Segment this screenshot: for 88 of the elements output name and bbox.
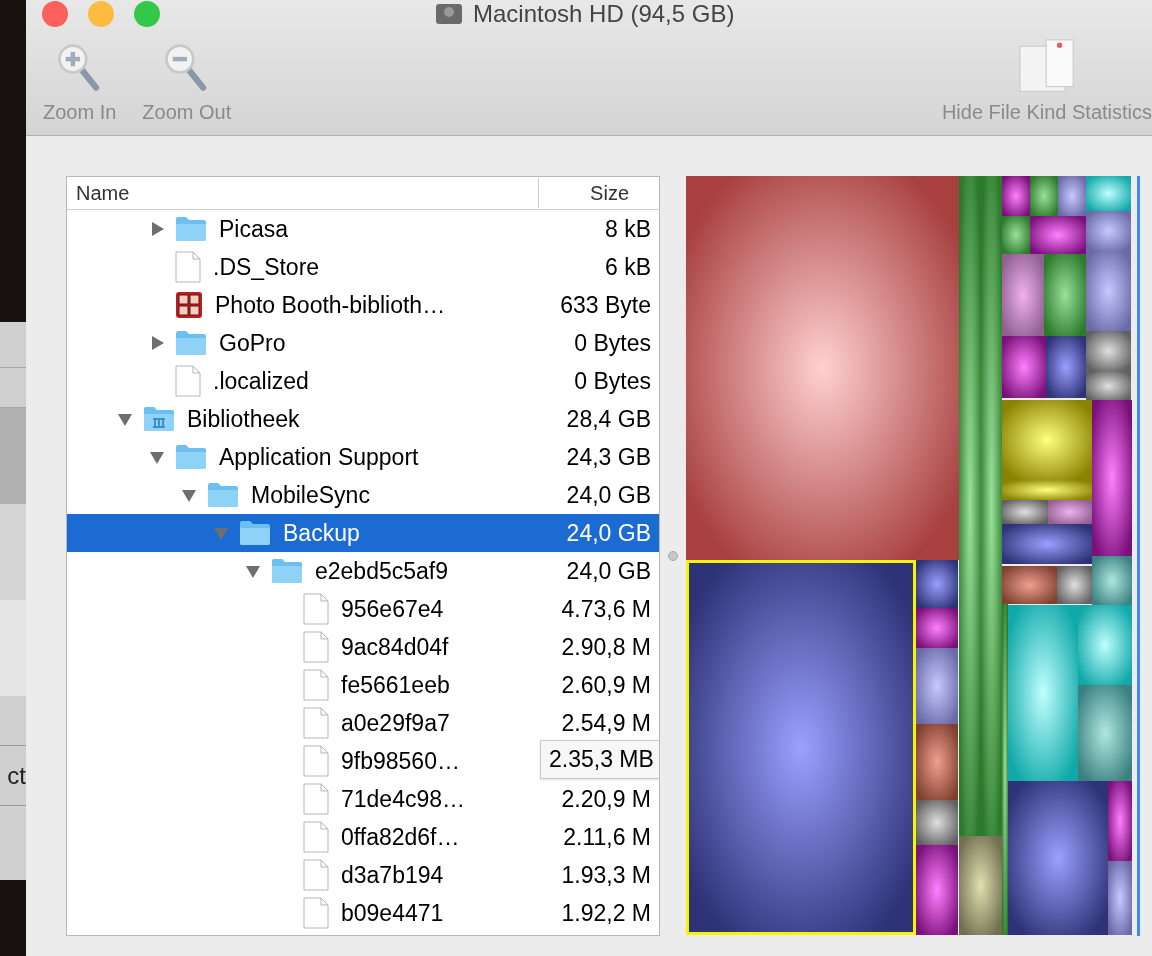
document-icon xyxy=(303,593,329,625)
file-name: Application Support xyxy=(219,442,419,472)
library-folder-icon xyxy=(143,406,175,432)
document-icon xyxy=(303,745,329,777)
document-icon xyxy=(303,897,329,929)
file-size: 28,4 GB xyxy=(566,404,652,434)
disclosure-triangle-icon[interactable] xyxy=(149,449,165,465)
file-size: 4.73,6 M xyxy=(561,594,652,624)
file-size: 8 kB xyxy=(604,214,652,244)
file-name: 0ffa82d6f… xyxy=(341,822,460,852)
document-icon xyxy=(175,365,201,397)
file-size: 2.54,9 M xyxy=(561,708,652,738)
column-header[interactable]: Name xyxy=(67,178,539,208)
tree-row[interactable]: 71de4c98… 2.20,9 M xyxy=(67,780,659,818)
file-size: 2.60,9 M xyxy=(561,670,652,700)
tree-row[interactable]: d3a7b194 1.93,3 M xyxy=(67,856,659,894)
folder-icon xyxy=(239,520,271,546)
folder-icon xyxy=(175,216,207,242)
file-size: 0 Bytes xyxy=(574,328,652,358)
file-size: 24,0 GB xyxy=(566,518,652,548)
file-name: fe5661eeb xyxy=(341,670,450,700)
tree-row[interactable]: Picasa 8 kB xyxy=(67,210,659,248)
file-name: GoPro xyxy=(219,328,286,358)
tree-row[interactable]: b09e4471 1.92,2 M xyxy=(67,894,659,932)
tree-row[interactable]: MobileSync 24,0 GB xyxy=(67,476,659,514)
file-name: .localized xyxy=(213,366,309,396)
document-icon xyxy=(303,669,329,701)
document-icon xyxy=(303,783,329,815)
tree-row[interactable]: 0ffa82d6f… 2.11,6 M xyxy=(67,818,659,856)
disclosure-triangle-icon[interactable] xyxy=(117,411,133,427)
document-icon xyxy=(303,859,329,891)
disclosure-triangle-icon[interactable] xyxy=(245,563,261,579)
file-size: 633 Byte xyxy=(560,290,652,320)
disclosure-triangle-icon[interactable] xyxy=(149,221,165,237)
document-icon xyxy=(303,631,329,663)
document-icon xyxy=(175,251,201,283)
tree-row[interactable]: Backup 24,0 GB xyxy=(67,514,659,552)
disclosure-triangle-icon[interactable] xyxy=(149,335,165,351)
file-size: 6 kB xyxy=(604,252,652,282)
tree-row[interactable]: fe5661eeb 2.60,9 M xyxy=(67,666,659,704)
tree-row[interactable]: GoPro 0 Bytes xyxy=(67,324,659,362)
file-name: 9fb98560… xyxy=(341,746,460,776)
file-name: MobileSync xyxy=(251,480,370,510)
file-size: 24,0 GB xyxy=(566,556,652,586)
file-name: .DS_Store xyxy=(213,252,320,282)
file-name: d3a7b194 xyxy=(341,860,444,890)
tree-row[interactable]: 9ac84d04f 2.90,8 M xyxy=(67,628,659,666)
file-size: 0 Bytes xyxy=(574,366,652,396)
disclosure-triangle-icon[interactable] xyxy=(181,487,197,503)
size-tooltip: 2.35,3 MB xyxy=(540,740,659,779)
file-name: e2ebd5c5af9 xyxy=(315,556,448,586)
folder-icon xyxy=(271,558,303,584)
file-name: Photo Booth-biblioth… xyxy=(215,290,446,320)
tree-row[interactable]: .DS_Store 6 kB xyxy=(67,248,659,286)
window-title: Macintosh HD (94,5 GB) xyxy=(473,0,735,29)
file-size: 1.93,3 M xyxy=(561,860,652,890)
document-icon xyxy=(303,821,329,853)
file-name: 956e67e4 xyxy=(341,594,444,624)
tree-row[interactable]: 9fb98560… 2.35,3 MB xyxy=(67,742,659,780)
file-name: 71de4c98… xyxy=(341,784,466,814)
tree-row[interactable]: Photo Booth-biblioth… 633 Byte xyxy=(67,286,659,324)
tree-row[interactable]: Application Support 24,3 GB xyxy=(67,438,659,476)
file-size: 1.92,2 M xyxy=(561,898,652,928)
document-icon xyxy=(303,707,329,739)
folder-icon xyxy=(207,482,239,508)
file-size: 2.20,9 M xyxy=(561,784,652,814)
photo-grid-icon xyxy=(175,291,203,319)
file-name: b09e4471 xyxy=(341,898,444,928)
file-name: Picasa xyxy=(219,214,289,244)
tree-row[interactable]: Bibliotheek 28,4 GB xyxy=(67,400,659,438)
file-name: Bibliotheek xyxy=(187,404,300,434)
column-header[interactable]: Size xyxy=(539,178,659,208)
file-name: a0e29f9a7 xyxy=(341,708,450,738)
file-size: 2.90,8 M xyxy=(561,632,652,662)
splitter-handle[interactable] xyxy=(668,551,678,561)
folder-icon xyxy=(175,444,207,470)
tree-row[interactable]: e2ebd5c5af9 24,0 GB xyxy=(67,552,659,590)
tree-row[interactable]: .localized 0 Bytes xyxy=(67,362,659,400)
window-text: ct xyxy=(7,760,26,791)
hard-drive-icon xyxy=(435,3,463,25)
file-name: Backup xyxy=(283,518,360,548)
tree-row[interactable]: 956e67e4 4.73,6 M xyxy=(67,590,659,628)
folder-icon xyxy=(175,330,207,356)
file-size: 24,0 GB xyxy=(566,480,652,510)
file-size: 2.11,6 M xyxy=(563,822,652,852)
tree-row[interactable]: a0e29f9a7 2.54,9 M xyxy=(67,704,659,742)
file-size: 24,3 GB xyxy=(566,442,652,472)
file-name: 9ac84d04f xyxy=(341,632,449,662)
